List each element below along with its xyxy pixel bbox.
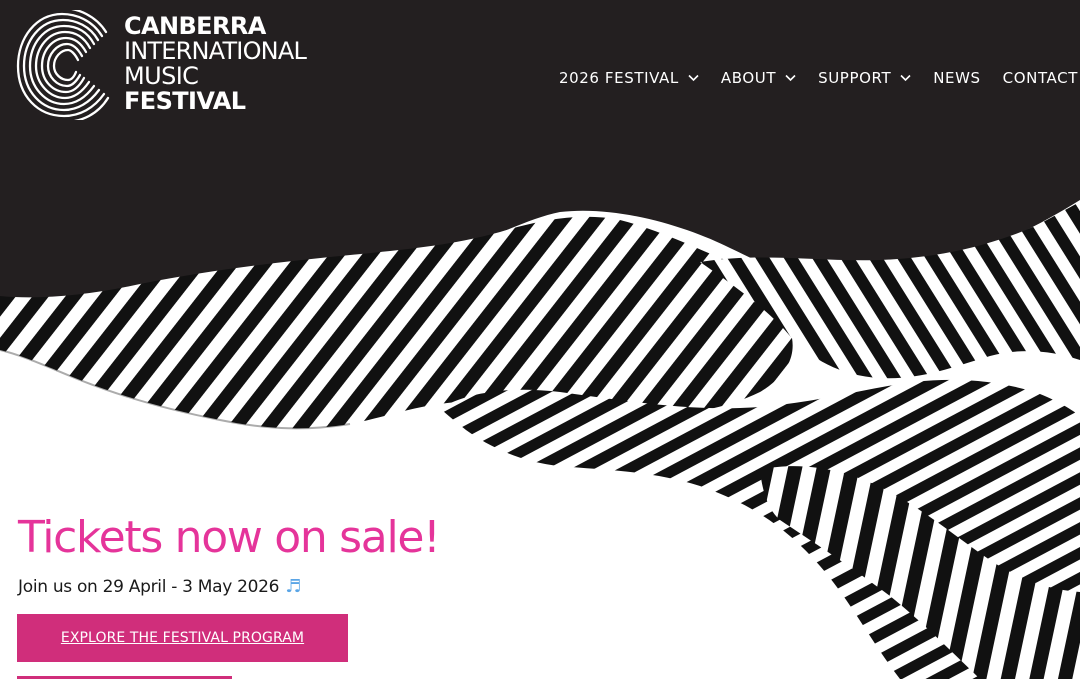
- chevron-down-icon: [900, 74, 911, 82]
- nav-item-label: ABOUT: [720, 69, 777, 87]
- nav-item-label: CONTACT: [1002, 69, 1078, 87]
- hero-subline: Join us on 29 April - 3 May 2026 ♬: [18, 576, 538, 597]
- logo-line-music: MUSIC: [124, 62, 199, 90]
- nav-item-label: 2026 FESTIVAL: [558, 69, 679, 87]
- nav-item-news[interactable]: NEWS: [933, 69, 980, 87]
- logo-wordmark: CANBERRA INTERNATIONAL MUSIC FESTIVAL: [124, 12, 307, 115]
- hero-section: CANBERRA INTERNATIONAL MUSIC FESTIVAL 20…: [0, 0, 1080, 679]
- site-logo-link[interactable]: CANBERRA INTERNATIONAL MUSIC FESTIVAL: [16, 10, 356, 122]
- main-nav: 2026 FESTIVAL ABOUT SUPPORT NEWS CONTACT: [537, 66, 1080, 90]
- logo-line-festival: FESTIVAL: [124, 87, 246, 115]
- chevron-down-icon: [785, 74, 796, 82]
- hero-subline-text: Join us on 29 April - 3 May 2026: [18, 576, 280, 597]
- nav-item-label: NEWS: [933, 69, 981, 87]
- music-notes-icon: ♬: [285, 576, 302, 597]
- nav-item-contact[interactable]: CONTACT: [1003, 69, 1078, 87]
- cimf-logo-mark-icon: [16, 10, 110, 120]
- nav-item-label: SUPPORT: [818, 69, 892, 87]
- explore-festival-program-button[interactable]: EXPLORE THE FESTIVAL PROGRAM: [17, 614, 348, 662]
- chevron-down-icon: [688, 74, 699, 82]
- hero-headline: Tickets now on sale!: [18, 512, 441, 563]
- nav-item-support[interactable]: SUPPORT: [818, 69, 911, 87]
- hero-cta-block: Tickets now on sale! Join us on 29 April…: [18, 508, 538, 597]
- nav-item-2026-festival[interactable]: 2026 FESTIVAL: [559, 69, 699, 87]
- nav-item-about[interactable]: ABOUT: [721, 69, 796, 87]
- logo-line-international: INTERNATIONAL: [124, 37, 307, 65]
- site-header: CANBERRA INTERNATIONAL MUSIC FESTIVAL 20…: [0, 0, 1080, 150]
- logo-line-canberra: CANBERRA: [124, 12, 266, 40]
